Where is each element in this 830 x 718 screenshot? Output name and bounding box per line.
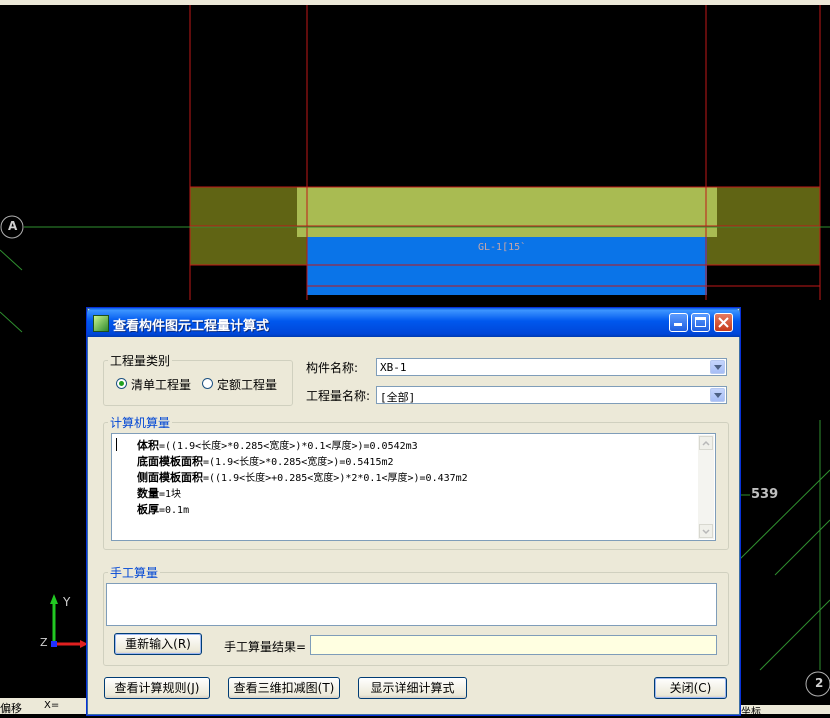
radio-quota-quantity-label[interactable]: 定额工程量 [217, 376, 277, 393]
text-cursor [116, 438, 117, 451]
ucs-y-label: Y [63, 595, 71, 609]
manual-calc-group-title: 手工算量 [108, 564, 161, 581]
chevron-up-icon [702, 440, 710, 446]
axis-bubble-a-label: A [8, 219, 18, 233]
vertical-scrollbar[interactable] [698, 435, 714, 539]
quantity-type-group-title: 工程量类别 [108, 352, 173, 369]
beam-label: GL-1[15` [478, 242, 527, 253]
maximize-button[interactable] [691, 313, 710, 332]
status-x-label: X= [44, 700, 60, 711]
close-icon [718, 317, 729, 328]
show-detail-formula-button[interactable]: 显示详细计算式 [358, 677, 467, 699]
dialog-titlebar[interactable]: 查看构件图元工程量计算式 [87, 308, 740, 337]
formula-textarea[interactable]: 体积=((1.9<长度>*0.285<宽度>)*0.1<厚度>)=0.0542m… [111, 433, 716, 541]
chevron-down-icon[interactable] [710, 388, 725, 402]
radio-quota-quantity[interactable] [202, 378, 213, 389]
component-name-value: XB-1 [380, 361, 407, 374]
dialog-title: 查看构件图元工程量计算式 [113, 319, 270, 334]
component-name-select[interactable]: XB-1 [376, 358, 727, 376]
formula-line: 体积=((1.9<长度>*0.285<宽度>)*0.1<厚度>)=0.0542m… [137, 439, 418, 452]
dimension-text: 539 [751, 487, 779, 502]
chevron-down-icon [702, 529, 710, 535]
formula-line: 数量=1块 [137, 487, 182, 500]
radio-bill-quantity-label[interactable]: 清单工程量 [131, 376, 191, 393]
quantity-name-label: 工程量名称: [306, 389, 371, 403]
component-name-label: 构件名称: [306, 361, 359, 375]
manual-input-textarea[interactable] [106, 583, 717, 626]
scroll-up-button[interactable] [699, 436, 713, 450]
maximize-icon [695, 317, 706, 327]
quantity-formula-dialog: 查看构件图元工程量计算式 工程量类别 清单工程量 定额工程量 构件名称: XB-… [86, 307, 741, 716]
close-button[interactable]: 关闭(C) [654, 677, 727, 699]
scroll-down-button[interactable] [699, 524, 713, 538]
reenter-button[interactable]: 重新输入(R) [114, 633, 202, 655]
view-rules-button[interactable]: 查看计算规则(J) [104, 677, 210, 699]
quantity-name-select[interactable]: [全部] [376, 386, 727, 404]
chevron-down-icon[interactable] [710, 360, 725, 374]
manual-result-label: 手工算量结果= [224, 640, 307, 654]
formula-line: 侧面模板面积=((1.9<长度>+0.285<宽度>)*2*0.1<厚度>)=0… [137, 471, 468, 484]
close-window-button[interactable] [714, 313, 733, 332]
radio-bill-quantity[interactable] [116, 378, 127, 389]
formula-line: 板厚=0.1m [137, 503, 190, 516]
ucs-z-label: Z [40, 636, 48, 649]
app-icon [93, 315, 109, 332]
minimize-button[interactable] [669, 313, 688, 332]
axis-bubble-2-label: 2 [815, 676, 824, 690]
quantity-name-value: [全部] [380, 391, 416, 404]
status-coord-label: 坐标 [741, 707, 761, 718]
manual-result-field[interactable] [310, 635, 717, 655]
minimize-icon [674, 323, 682, 326]
formula-line: 底面模板面积=(1.9<长度>*0.285<宽度>)=0.5415m2 [137, 455, 394, 468]
computer-calc-group-title: 计算机算量 [108, 414, 173, 431]
view-3d-deduction-button[interactable]: 查看三维扣减图(T) [228, 677, 340, 699]
